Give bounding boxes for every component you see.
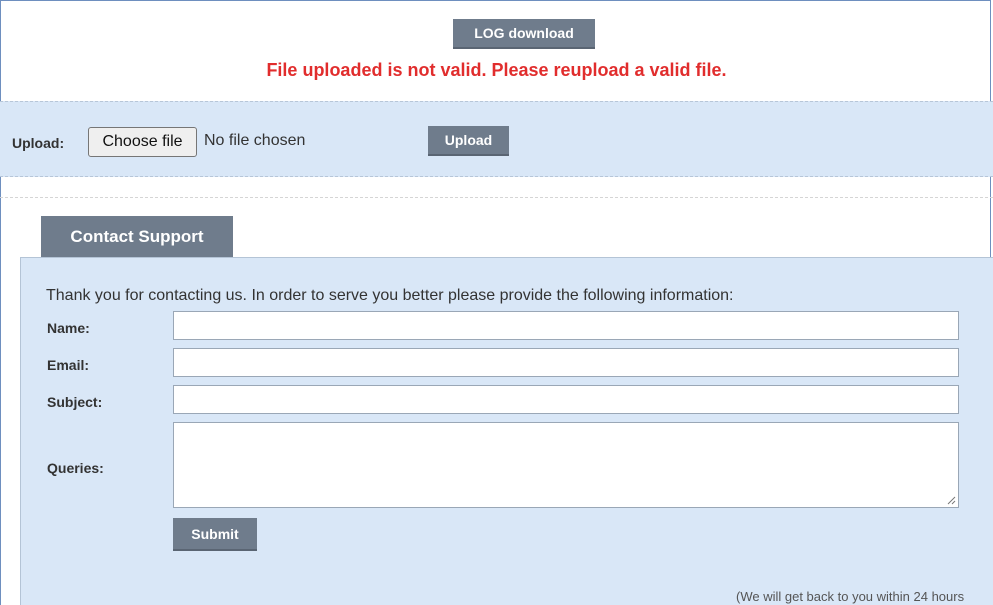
upload-label: Upload: (12, 135, 65, 151)
section-divider (0, 197, 993, 198)
error-message: File uploaded is not valid. Please reupl… (266, 60, 727, 80)
contact-support-panel: Thank you for contacting us. In order to… (20, 257, 993, 605)
submit-button[interactable]: Submit (173, 518, 257, 551)
subject-label: Subject: (47, 394, 103, 410)
intro-text: Thank you for contacting us. In order to… (46, 287, 734, 304)
queries-label: Queries: (47, 460, 104, 476)
upload-section: Upload: Choose file No file chosen Uploa… (0, 101, 993, 177)
name-label: Name: (47, 320, 90, 336)
log-download-button[interactable]: LOG download (453, 19, 595, 49)
email-field[interactable] (173, 348, 959, 377)
subject-field[interactable] (173, 385, 959, 414)
response-time-note: (We will get back to you within 24 hours (736, 589, 965, 604)
queries-textarea[interactable] (173, 422, 959, 508)
tab-contact-support[interactable]: Contact Support (41, 216, 233, 258)
name-field[interactable] (173, 311, 959, 340)
file-status-text: No file chosen (204, 132, 306, 149)
upload-button[interactable]: Upload (428, 126, 509, 156)
email-label: Email: (47, 357, 90, 373)
resize-handle-icon[interactable] (946, 495, 956, 505)
choose-file-button[interactable]: Choose file (88, 127, 197, 157)
